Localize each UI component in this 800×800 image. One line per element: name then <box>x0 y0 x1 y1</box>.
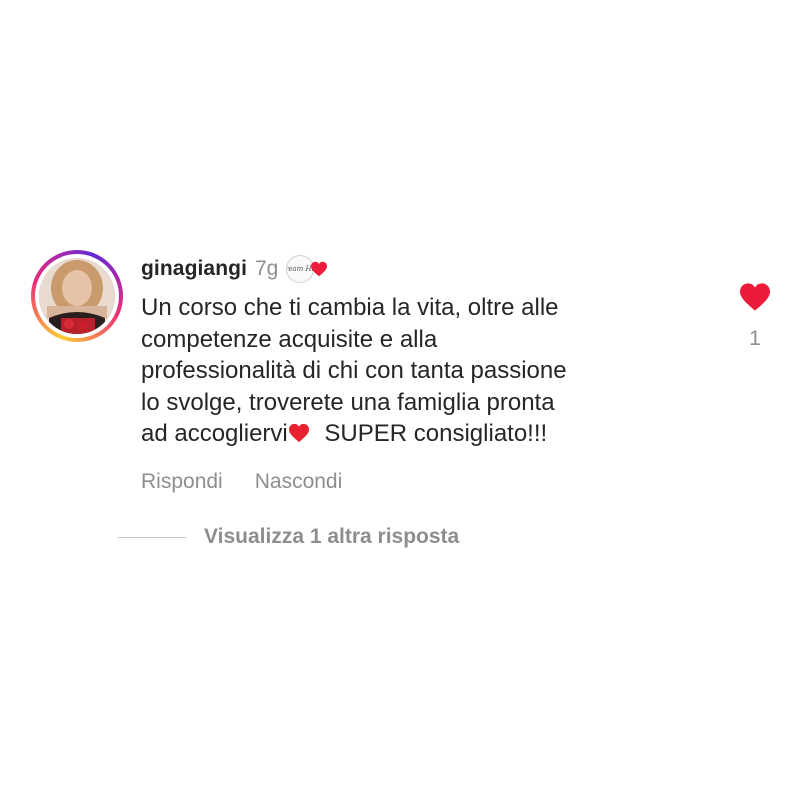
user-avatar[interactable] <box>31 250 123 342</box>
username[interactable]: ginagiangi <box>141 257 247 281</box>
red-heart-emoji-icon <box>288 423 309 443</box>
comment-line: SUPER consigliato!!! <box>317 420 548 447</box>
timestamp: 7g <box>255 257 279 280</box>
comment-line: professionalità di chi con tanta passion… <box>141 357 567 384</box>
view-replies-row: Visualizza 1 altra risposta <box>118 525 459 549</box>
reply-button[interactable]: Rispondi <box>141 470 223 494</box>
replies-divider <box>118 536 186 538</box>
avatar-story-border <box>35 254 119 338</box>
comment-line: Un corso che ti cambia la vita, oltre al… <box>141 294 559 321</box>
like-count[interactable]: 1 <box>731 327 779 351</box>
avatar-photo <box>39 258 115 334</box>
hide-button[interactable]: Nascondi <box>255 470 343 494</box>
comment: ginagiangi 7g Dream Hair Un corso che ti… <box>0 0 800 800</box>
comment-line: lo svolge, troverete una famiglia pronta <box>141 388 555 416</box>
like-heart-icon[interactable] <box>738 282 772 312</box>
comment-header: ginagiangi 7g Dream Hair <box>141 254 332 284</box>
comment-line: ad accogliervi <box>141 420 288 447</box>
view-replies-button[interactable]: Visualizza 1 altra risposta <box>204 525 459 549</box>
like-column: 1 <box>731 282 779 351</box>
comment-text: Un corso che ti cambia la vita, oltre al… <box>141 292 701 450</box>
liked-by-author-badge: Dream Hair <box>286 255 332 283</box>
heart-icon <box>311 261 328 277</box>
comment-line: competenze acquisite e alla <box>141 325 438 353</box>
comment-actions: Rispondi Nascondi <box>141 470 342 494</box>
